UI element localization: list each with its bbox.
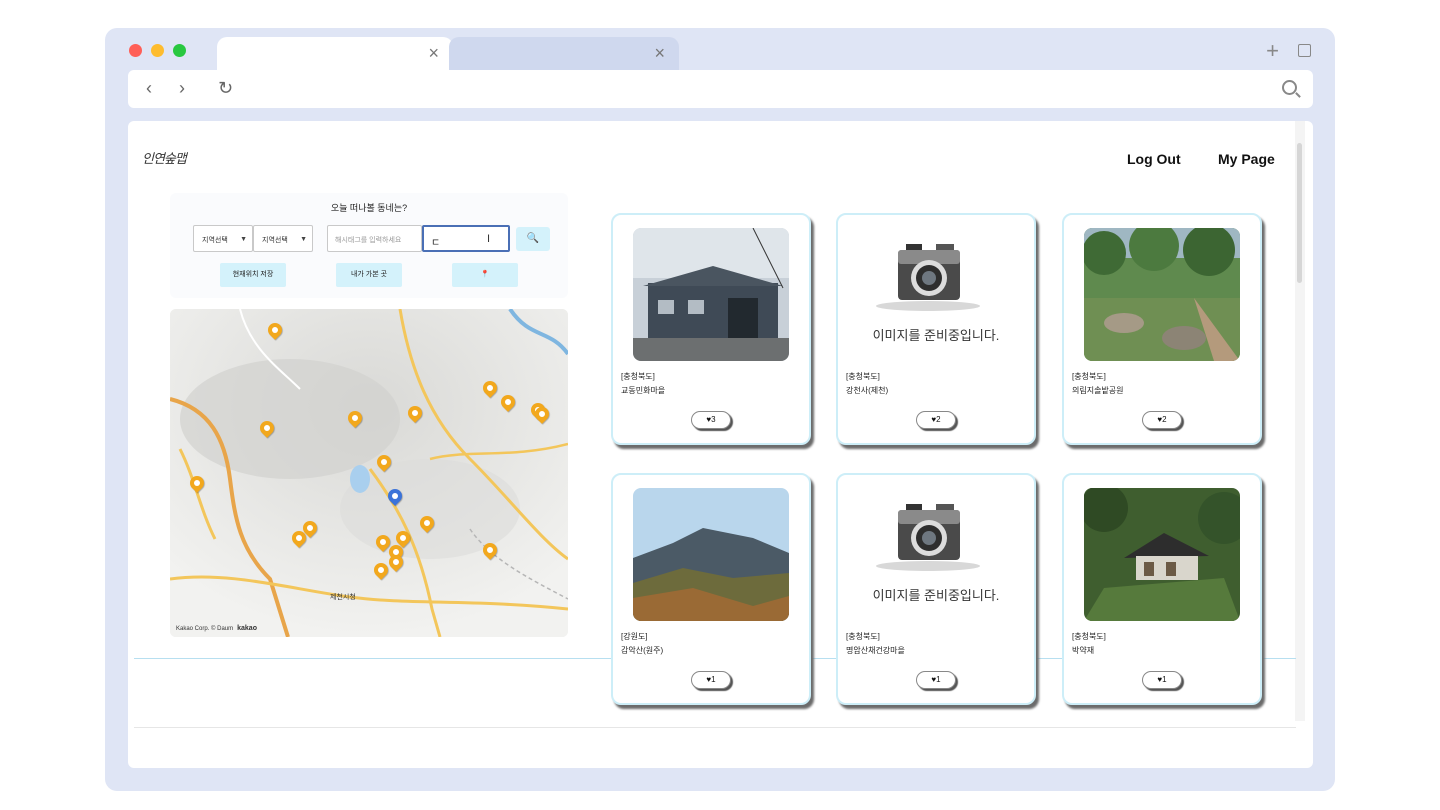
mypage-link[interactable]: My Page [1218, 151, 1275, 167]
maximize-window-button[interactable] [173, 44, 186, 57]
address-bar[interactable]: ‹ › ↻ [128, 70, 1313, 108]
card-image-hanok[interactable] [1084, 488, 1240, 621]
place-card[interactable]: [충청북도] 의림지솔밭공원 ♥2 [1062, 213, 1262, 445]
close-window-button[interactable] [129, 44, 142, 57]
card-image-village[interactable] [633, 228, 789, 361]
card-title[interactable]: 교동민화마을 [621, 385, 665, 396]
location-pin-button[interactable]: 📍 [452, 263, 518, 287]
keyword-input-value: ㄷ [431, 238, 441, 249]
like-count: 3 [711, 415, 716, 424]
place-card[interactable]: 이미지를 준비중입니다. [충청북도] 명암산채건강마을 ♥1 [836, 473, 1036, 705]
map-attribution-text: Kakao Corp. © Daum [176, 626, 234, 632]
save-location-button[interactable]: 현재위치 저장 [220, 263, 286, 287]
like-count: 1 [1162, 675, 1167, 684]
like-count: 1 [711, 675, 716, 684]
search-title: 오늘 떠나볼 동네는? [330, 203, 408, 213]
chevron-down-icon: ▼ [240, 236, 247, 243]
card-title[interactable]: 의림지솔밭공원 [1072, 385, 1124, 396]
chevron-down-icon: ▼ [300, 236, 307, 243]
search-icon[interactable] [1282, 80, 1297, 95]
tab-close-icon[interactable]: × [654, 43, 665, 64]
search-button[interactable]: 🔍 [516, 227, 550, 251]
restore-icon[interactable] [1298, 44, 1311, 57]
card-image-placeholder[interactable]: 이미지를 준비중입니다. [858, 488, 1014, 621]
place-card[interactable]: [충청북도] 박약재 ♥1 [1062, 473, 1262, 705]
place-card[interactable]: [강원도] 감악산(원주) ♥1 [611, 473, 811, 705]
card-title[interactable]: 명암산채건강마을 [846, 645, 905, 656]
like-button[interactable]: ♥3 [691, 411, 731, 429]
place-card[interactable]: [충청북도] 교동민화마을 ♥3 [611, 213, 811, 445]
map-city-label: 제천시청 [330, 594, 356, 601]
card-title[interactable]: 감악산(원주) [621, 645, 663, 656]
card-region: [강원도] [621, 632, 648, 641]
minimize-window-button[interactable] [151, 44, 164, 57]
placeholder-text: 이미지를 준비중입니다. [872, 328, 1000, 343]
new-tab-icon[interactable]: + [1266, 38, 1279, 64]
hashtag-input[interactable]: 해시태그를 입력하세요 [327, 225, 422, 252]
card-region: [충청북도] [846, 372, 880, 381]
scrollbar-thumb[interactable] [1297, 143, 1302, 283]
visited-places-button[interactable]: 내가 가본 곳 [336, 263, 402, 287]
reload-icon[interactable]: ↻ [218, 78, 233, 99]
card-region: [충청북도] [846, 632, 880, 641]
keyword-input[interactable]: ㄷ I [422, 225, 510, 252]
page-viewport: 인연숲맵 Log Out My Page 오늘 떠나볼 동네는? 지역선택 ▼ … [128, 121, 1313, 768]
tab-active[interactable]: × [217, 37, 453, 70]
region-select-2[interactable]: 지역선택 ▼ [253, 225, 313, 252]
region-select-1-label: 지역선택 [202, 237, 228, 244]
like-count: 2 [936, 415, 941, 424]
card-title[interactable]: 강천사(제천) [846, 385, 888, 396]
search-panel: 오늘 떠나볼 동네는? 지역선택 ▼ 지역선택 ▼ 해시태그를 입력하세요 ㄷ … [170, 193, 568, 298]
card-title[interactable]: 박약재 [1072, 645, 1094, 656]
site-logo[interactable]: 인연숲맵 [142, 148, 187, 167]
place-card[interactable]: 이미지를 준비중입니다. [충청북도] 강천사(제천) ♥2 [836, 213, 1036, 445]
like-button[interactable]: ♥2 [916, 411, 956, 429]
tab-inactive[interactable]: × [449, 37, 679, 70]
browser-window: × × + ‹ › ↻ 인연숲맵 Log Out My Page 오늘 떠나볼 … [105, 28, 1335, 791]
card-region: [충청북도] [1072, 632, 1106, 641]
window-controls [129, 44, 186, 57]
page-bottom-line [134, 727, 1296, 728]
like-count: 1 [936, 675, 941, 684]
region-select-1[interactable]: 지역선택 ▼ [193, 225, 253, 252]
placeholder-text: 이미지를 준비중입니다. [872, 588, 1000, 603]
like-button[interactable]: ♥1 [1142, 671, 1182, 689]
map[interactable]: 제천시청 Kakao Corp. © Daum kakao [170, 309, 568, 637]
like-button[interactable]: ♥1 [691, 671, 731, 689]
region-select-2-label: 지역선택 [262, 237, 288, 244]
tab-close-icon[interactable]: × [428, 43, 439, 64]
card-region: [충청북도] [1072, 372, 1106, 381]
like-count: 2 [1162, 415, 1167, 424]
card-image-park[interactable] [1084, 228, 1240, 361]
logout-link[interactable]: Log Out [1127, 151, 1181, 167]
map-attribution: Kakao Corp. © Daum kakao [176, 625, 257, 632]
map-brand: kakao [237, 625, 257, 632]
like-button[interactable]: ♥1 [916, 671, 956, 689]
text-cursor-icon: I [486, 233, 490, 245]
back-icon[interactable]: ‹ [146, 78, 152, 99]
card-region: [충청북도] [621, 372, 655, 381]
card-image-mountain[interactable] [633, 488, 789, 621]
card-image-placeholder[interactable]: 이미지를 준비중입니다. [858, 228, 1014, 361]
forward-icon[interactable]: › [179, 78, 185, 99]
map-canvas [170, 309, 568, 637]
like-button[interactable]: ♥2 [1142, 411, 1182, 429]
